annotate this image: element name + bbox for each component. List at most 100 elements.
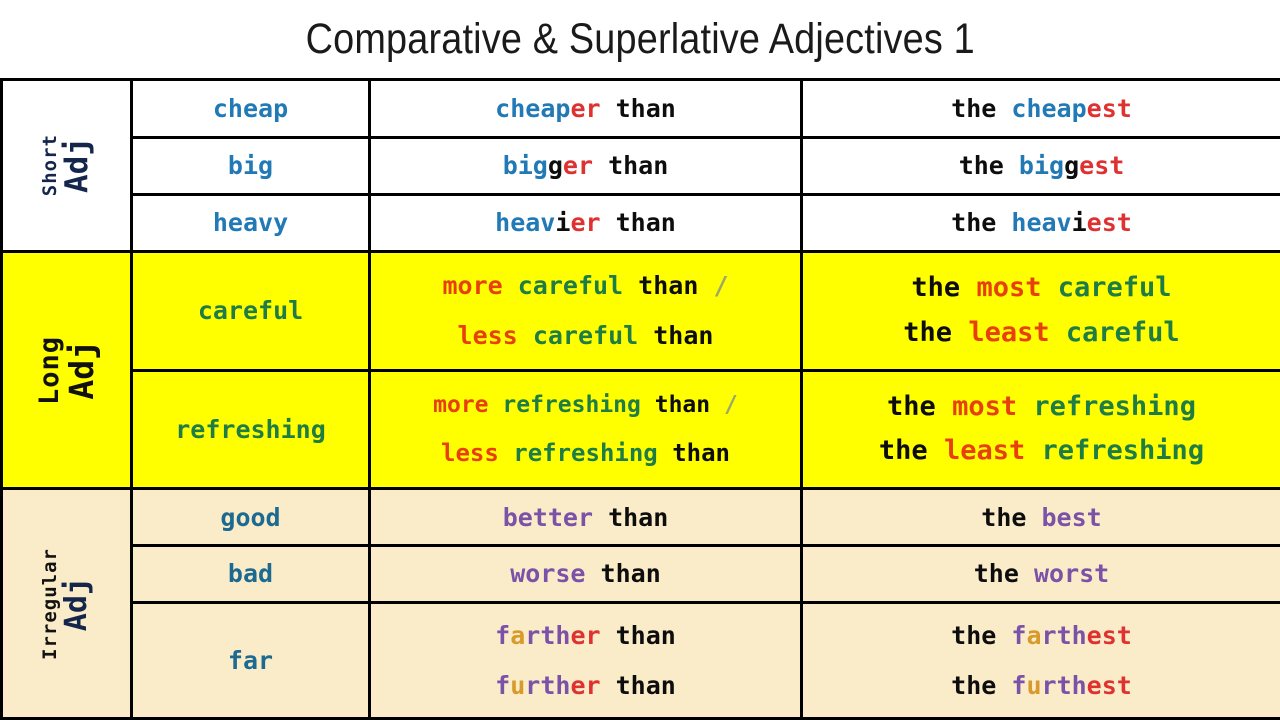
comparative-phrase-more: more careful than / [442,268,728,304]
comparative-phrase: worse than [510,556,661,592]
adjective-word: refreshing [1041,435,1205,467]
table-row: refreshing more refreshing than / less r… [1,368,1280,491]
base-word: bad [227,559,274,589]
comparative-changed-letter: i [555,207,571,237]
comparative-phrase-farther: farther than [495,618,676,654]
superlative-changed-letter: i [1071,207,1087,237]
base-adjective-careful: careful [130,249,371,372]
superlative-suffix: est [1079,151,1125,181]
comparative-refreshing: more refreshing than / less refreshing t… [368,368,803,491]
the-word: the [911,272,961,304]
than-word: than [638,271,699,301]
superlative-phrase-furthest: the furthest [951,668,1132,704]
comparative-cheap: cheaper than [368,78,803,139]
superlative-phrase-farthest: the farthest [951,618,1132,654]
category-adj: Adj [58,137,95,194]
base-word: refreshing [175,414,326,444]
least-word: least [968,316,1050,348]
than-word: than [653,320,714,350]
base-word: far [227,645,274,675]
table-row: Short Adj cheap cheaper than the cheapes… [0,78,1280,253]
category-label-long: Long Adj [0,249,133,491]
superlative-phrase-most: the most refreshing [887,388,1196,426]
the-word: the [951,670,997,700]
the-word: the [981,502,1027,532]
superlative-suffix: est [1086,207,1132,237]
superlative-heavy: the heaviest [800,192,1280,253]
adjective-word: careful [517,271,624,301]
adjective-word: careful [1057,272,1172,304]
less-word: less [457,320,518,350]
comparative-far: farther than further than [368,601,803,720]
comparative-word: worse [510,559,586,589]
superlative-phrase-least: the least refreshing [879,432,1204,470]
the-word: the [903,316,953,348]
the-word: the [951,621,997,651]
comparative-suffix: er [570,670,601,700]
more-word: more [442,271,503,301]
base-word: heavy [212,207,289,237]
superlative-stem: heav [1011,207,1072,237]
adjective-word: careful [1065,316,1180,348]
slash-separator: / [723,392,738,419]
the-word: the [973,559,1019,589]
superlative-phrase: the heaviest [951,205,1132,241]
comparative-vowel: a [510,621,526,651]
comparative-phrase: cheaper than [495,91,676,127]
slash-separator: / [713,271,729,301]
superlative-refreshing: the most refreshing the least refreshing [800,368,1280,491]
superlative-doubled-letter: g [1064,151,1080,181]
comparative-suffix: er [562,151,594,181]
adjective-word: refreshing [513,438,658,467]
comparative-suffix: er [570,93,601,123]
comparative-phrase-less: less refreshing than [441,436,730,470]
comparative-stem: big [502,151,548,181]
comparative-phrase-more: more refreshing than / [433,389,738,422]
comparative-big: bigger than [368,135,803,196]
category-adj: Adj [59,576,94,631]
table-row: Long Adj careful more careful than / les… [0,249,1280,491]
comparative-bad: worse than [368,544,803,605]
the-word: the [951,207,997,237]
superlative-prefix: f [1011,670,1027,700]
comparative-phrase: bigger than [503,148,669,184]
superlative-stem: rth [1041,621,1087,651]
superlative-big: the biggest [800,135,1280,196]
category-qualifier: Long [33,335,65,405]
superlative-suffix: est [1086,621,1132,651]
page-title: Comparative & Superlative Adjectives 1 [305,14,975,63]
less-word: less [441,438,499,467]
than-word: than [615,670,676,700]
base-adjective-cheap: cheap [130,78,371,139]
superlative-prefix: f [1011,621,1027,651]
comparative-vowel: u [510,670,526,700]
than-word: than [600,559,661,589]
superlative-far: the farthest the furthest [800,601,1280,720]
comparative-heavy: heavier than [368,192,803,253]
superlative-suffix: est [1086,670,1132,700]
comparative-phrase: better than [503,500,669,536]
comparative-stem: cheap [495,93,571,123]
comparative-careful: more careful than / less careful than [368,249,803,372]
than-word: than [608,502,669,532]
comparative-suffix: er [570,621,601,651]
comparative-stem: rth [525,621,571,651]
comparative-phrase: heavier than [495,205,676,241]
comparative-word: better [502,502,594,532]
base-adjective-bad: bad [130,544,371,605]
base-adjective-good: good [130,487,371,548]
than-word: than [615,207,676,237]
superlative-phrase: the worst [974,556,1109,592]
category-qualifier: Irregular [39,547,61,660]
comparative-phrase-further: further than [495,668,676,704]
base-word: big [227,151,274,181]
comparative-prefix: f [495,670,511,700]
comparative-good: better than [368,487,803,548]
the-word: the [887,391,936,423]
superlative-stem: rth [1041,670,1087,700]
than-word: than [615,93,676,123]
more-word: more [433,392,489,419]
superlative-vowel: a [1026,621,1042,651]
table-row: far farther than further than the farthe… [1,601,1280,720]
base-word: cheap [212,93,289,123]
